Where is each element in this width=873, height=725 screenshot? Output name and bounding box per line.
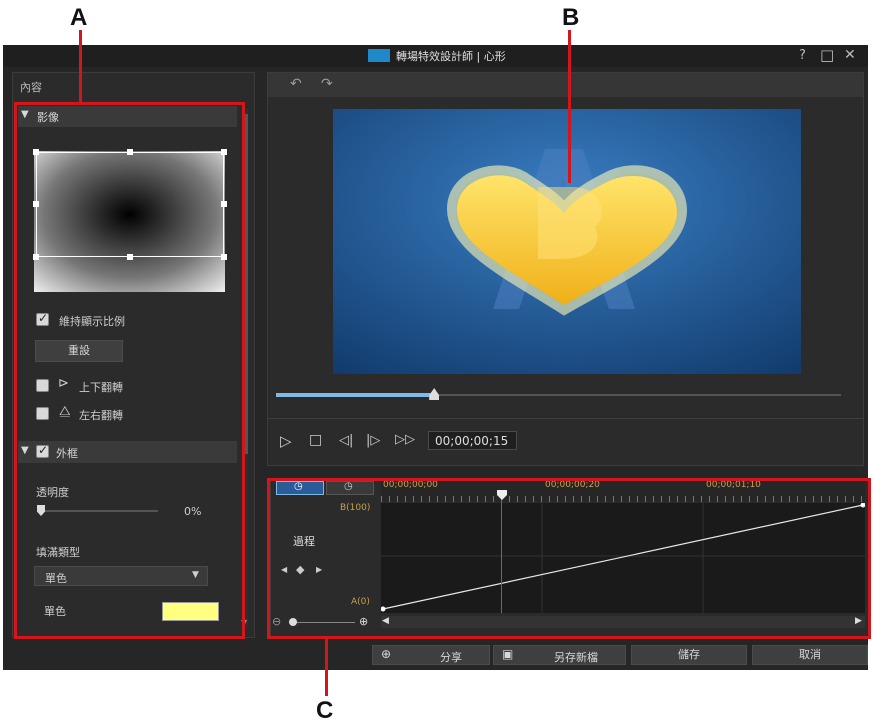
globe-icon: ⊕ — [381, 647, 392, 661]
callout-c: C — [316, 697, 334, 724]
window-title: 轉場特效設計師 | 心形 — [396, 50, 506, 63]
callout-c-leader — [325, 638, 328, 696]
cancel-button-label: 取消 — [799, 648, 821, 661]
callout-a-box — [14, 102, 245, 639]
undo-icon[interactable]: ↶ — [290, 76, 302, 92]
preview-image — [333, 109, 801, 374]
fast-forward-icon[interactable]: ▷▷ — [395, 432, 415, 447]
cancel-button[interactable]: 取消 — [752, 645, 868, 665]
callout-a-leader — [79, 30, 82, 104]
save-as-button-label: 另存新檔 — [554, 651, 598, 664]
save-button[interactable]: 儲存 — [631, 645, 747, 665]
callout-c-box — [267, 478, 871, 639]
app-logo-icon — [368, 49, 390, 62]
close-button[interactable]: ✕ — [844, 47, 856, 63]
prev-frame-icon[interactable]: ◁| — [339, 433, 353, 448]
timecode-box[interactable]: 00;00;00;15 — [428, 431, 517, 450]
properties-panel-header: 內容 — [20, 81, 42, 94]
play-icon[interactable]: ▷ — [280, 432, 292, 450]
maximize-button[interactable]: □ — [820, 46, 834, 64]
floppy-icon: ▣ — [502, 647, 514, 661]
seek-progress — [276, 393, 435, 397]
share-button[interactable]: ⊕ 分享 — [372, 645, 490, 665]
next-frame-icon[interactable]: |▷ — [366, 433, 380, 448]
help-button[interactable]: ? — [799, 48, 806, 63]
callout-b: B — [562, 4, 580, 31]
callout-b-leader — [568, 30, 571, 183]
save-as-button[interactable]: ▣ 另存新檔 — [493, 645, 626, 665]
share-button-label: 分享 — [440, 651, 462, 664]
redo-icon[interactable]: ↷ — [321, 76, 333, 92]
preview-canvas — [333, 109, 801, 374]
timecode-value: 00;00;00;15 — [435, 434, 509, 448]
callout-a: A — [70, 4, 88, 31]
title-bar: 轉場特效設計師 | 心形 ? □ ✕ — [3, 45, 868, 67]
preview-toolbar: ↶ ↷ — [268, 73, 863, 97]
playback-bar — [268, 418, 863, 419]
stop-icon[interactable]: □ — [309, 432, 322, 448]
save-button-label: 儲存 — [678, 648, 700, 661]
